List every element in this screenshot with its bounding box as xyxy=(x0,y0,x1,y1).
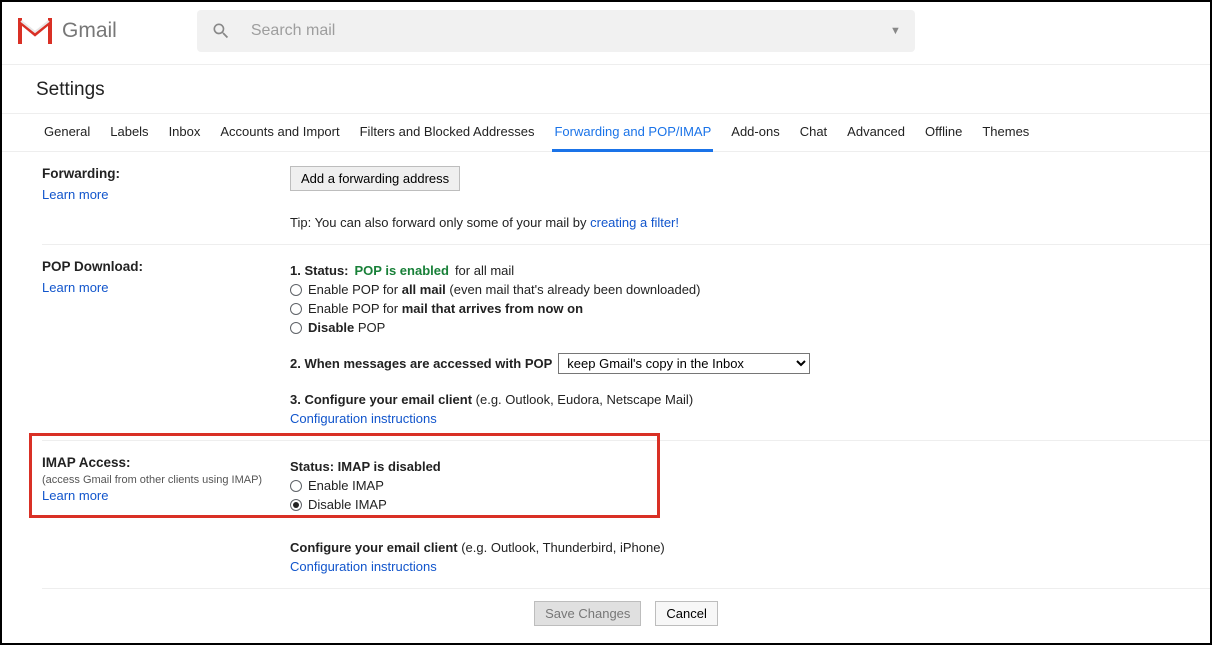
pop-access-line: 2. When messages are accessed with POP k… xyxy=(290,353,1210,374)
pop-status-prefix: 1. Status: xyxy=(290,263,349,278)
pop-r1-a: Enable POP for xyxy=(308,282,402,297)
imap-learn-more-link[interactable]: Learn more xyxy=(42,488,108,503)
radio-icon xyxy=(290,284,302,296)
forwarding-title: Forwarding: xyxy=(42,166,290,181)
tab-forwarding-pop-imap[interactable]: Forwarding and POP/IMAP xyxy=(552,114,713,152)
pop-title: POP Download: xyxy=(42,259,290,274)
pop-access-select[interactable]: keep Gmail's copy in the Inbox xyxy=(558,353,810,374)
radio-icon-selected xyxy=(290,499,302,511)
imap-cfg-b: (e.g. Outlook, Thunderbird, iPhone) xyxy=(458,540,665,555)
radio-icon xyxy=(290,480,302,492)
tab-chat[interactable]: Chat xyxy=(798,114,829,151)
settings-content: Forwarding: Learn more Add a forwarding … xyxy=(2,152,1210,642)
pop-learn-more-link[interactable]: Learn more xyxy=(42,280,108,295)
imap-status: Status: IMAP is disabled xyxy=(290,459,1210,474)
pop-r1-c: (even mail that's already been downloade… xyxy=(446,282,701,297)
pop-config-instructions-link[interactable]: Configuration instructions xyxy=(290,411,437,426)
forwarding-learn-more-link[interactable]: Learn more xyxy=(42,187,108,202)
section-imap: IMAP Access: (access Gmail from other cl… xyxy=(42,441,1210,589)
tab-inbox[interactable]: Inbox xyxy=(167,114,203,151)
pop-radio-fromnow[interactable]: Enable POP for mail that arrives from no… xyxy=(290,301,1210,316)
search-options-dropdown-icon[interactable]: ▼ xyxy=(890,25,901,37)
radio-icon xyxy=(290,303,302,315)
tab-addons[interactable]: Add-ons xyxy=(729,114,781,151)
app-name: Gmail xyxy=(62,19,117,43)
imap-radio-disable[interactable]: Disable IMAP xyxy=(290,497,1210,512)
pop-r2-b: mail that arrives from now on xyxy=(402,301,583,316)
pop-radio-allmail[interactable]: Enable POP for all mail (even mail that'… xyxy=(290,282,1210,297)
pop-s2-label: 2. When messages are accessed with POP xyxy=(290,356,552,371)
pop-s3-b: (e.g. Outlook, Eudora, Netscape Mail) xyxy=(472,392,693,407)
tab-accounts[interactable]: Accounts and Import xyxy=(218,114,341,151)
imap-configure-line: Configure your email client (e.g. Outloo… xyxy=(290,540,1210,555)
tab-themes[interactable]: Themes xyxy=(980,114,1031,151)
pop-r3-b: POP xyxy=(354,320,385,335)
page-title: Settings xyxy=(2,65,1210,113)
search-icon xyxy=(211,21,231,41)
cancel-button[interactable]: Cancel xyxy=(655,601,717,626)
pop-r3-a: Disable xyxy=(308,320,354,335)
imap-title: IMAP Access: xyxy=(42,455,290,470)
add-forwarding-address-button[interactable]: Add a forwarding address xyxy=(290,166,460,191)
tab-advanced[interactable]: Advanced xyxy=(845,114,907,151)
pop-status-value: POP is enabled xyxy=(355,263,449,278)
search-input[interactable] xyxy=(249,21,749,41)
pop-s3-a: 3. Configure your email client xyxy=(290,392,472,407)
imap-config-instructions-link[interactable]: Configuration instructions xyxy=(290,559,437,574)
pop-configure-line: 3. Configure your email client (e.g. Out… xyxy=(290,392,1210,407)
pop-radio-disable[interactable]: Disable POP xyxy=(290,320,1210,335)
radio-icon xyxy=(290,322,302,334)
tab-labels[interactable]: Labels xyxy=(108,114,150,151)
gmail-logo[interactable]: Gmail xyxy=(18,18,117,44)
forwarding-tip-text: Tip: You can also forward only some of y… xyxy=(290,215,590,230)
gmail-m-icon xyxy=(18,18,52,44)
imap-enable-label: Enable IMAP xyxy=(308,478,384,493)
footer-buttons: Save Changes Cancel xyxy=(42,589,1210,642)
imap-subtext: (access Gmail from other clients using I… xyxy=(42,474,290,486)
settings-tabs: General Labels Inbox Accounts and Import… xyxy=(2,113,1210,152)
pop-r2-a: Enable POP for xyxy=(308,301,402,316)
header-bar: Gmail ▼ xyxy=(2,2,1210,65)
save-changes-button[interactable]: Save Changes xyxy=(534,601,641,626)
create-filter-link[interactable]: creating a filter! xyxy=(590,215,679,230)
imap-radio-enable[interactable]: Enable IMAP xyxy=(290,478,1210,493)
search-bar[interactable]: ▼ xyxy=(197,10,915,52)
imap-disable-label: Disable IMAP xyxy=(308,497,387,512)
tab-general[interactable]: General xyxy=(42,114,92,151)
pop-status-suffix: for all mail xyxy=(455,263,514,278)
section-pop: POP Download: Learn more 1. Status: POP … xyxy=(42,245,1210,441)
pop-status-line: 1. Status: POP is enabled for all mail xyxy=(290,263,1210,278)
tab-filters[interactable]: Filters and Blocked Addresses xyxy=(358,114,537,151)
forwarding-tip: Tip: You can also forward only some of y… xyxy=(290,215,1210,230)
section-forwarding: Forwarding: Learn more Add a forwarding … xyxy=(42,152,1210,245)
pop-r1-b: all mail xyxy=(402,282,446,297)
tab-offline[interactable]: Offline xyxy=(923,114,964,151)
imap-cfg-a: Configure your email client xyxy=(290,540,458,555)
